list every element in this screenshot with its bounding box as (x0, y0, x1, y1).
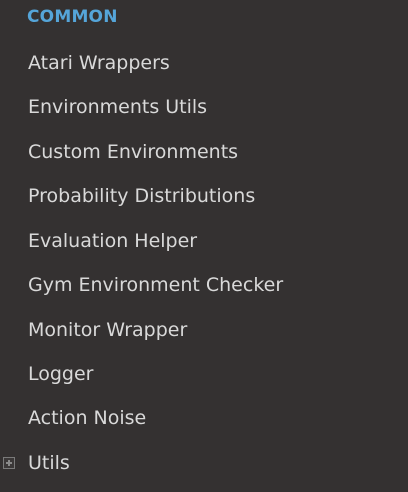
menu-item-custom-environments[interactable]: Custom Environments (0, 132, 408, 172)
menu-item-label: Gym Environment Checker (28, 274, 284, 296)
menu-item-label: Evaluation Helper (28, 230, 198, 252)
menu-item-utils[interactable]: Utils (0, 443, 408, 483)
sidebar-nav: COMMON Atari Wrappers Environments Utils… (0, 0, 408, 492)
menu-item-label: Custom Environments (28, 141, 239, 163)
plus-square-icon[interactable] (3, 457, 15, 469)
section-caption-common: COMMON (27, 7, 118, 27)
menu-item-label: Utils (28, 452, 70, 474)
menu-item-label: Environments Utils (28, 96, 208, 118)
menu-item-probability-distributions[interactable]: Probability Distributions (0, 176, 408, 216)
menu-item-label: Logger (28, 363, 94, 385)
menu-item-atari-wrappers[interactable]: Atari Wrappers (0, 43, 408, 83)
menu-item-label: Probability Distributions (28, 185, 256, 207)
menu-item-gym-environment-checker[interactable]: Gym Environment Checker (0, 265, 408, 305)
menu-item-logger[interactable]: Logger (0, 354, 408, 394)
menu-item-environments-utils[interactable]: Environments Utils (0, 87, 408, 127)
menu-item-action-noise[interactable]: Action Noise (0, 398, 408, 438)
menu-item-label: Monitor Wrapper (28, 319, 188, 341)
menu-item-monitor-wrapper[interactable]: Monitor Wrapper (0, 310, 408, 350)
menu-item-evaluation-helper[interactable]: Evaluation Helper (0, 221, 408, 261)
menu-item-label: Action Noise (28, 407, 147, 429)
menu-item-label: Atari Wrappers (28, 52, 170, 74)
